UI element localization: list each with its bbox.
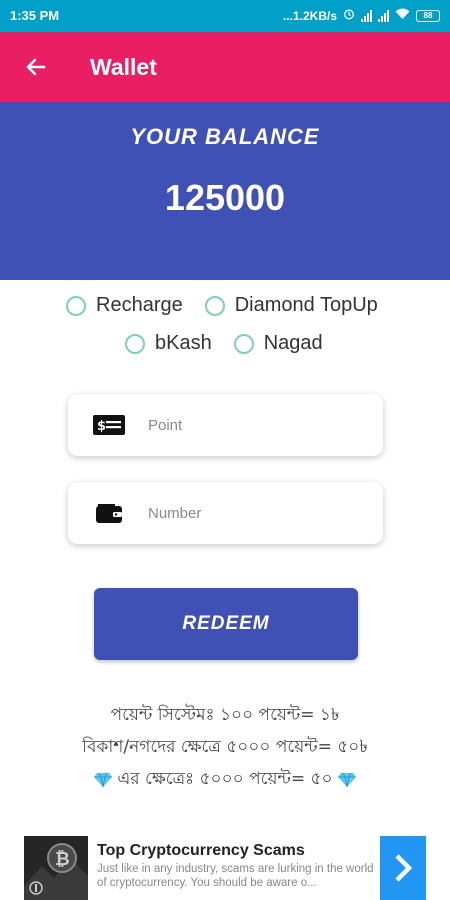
radio-label: bKash <box>155 332 212 354</box>
balance-card: YOUR BALANCE 125000 <box>0 102 450 280</box>
radio-circle[interactable] <box>204 295 225 316</box>
ad-title[interactable]: Top Cryptocurrency Scams <box>97 842 305 860</box>
point-field[interactable]: $ <box>68 394 383 456</box>
diamond-icon <box>94 772 113 788</box>
battery-icon: 88 <box>416 9 440 22</box>
radio-recharge[interactable]: Recharge <box>66 294 183 317</box>
radio-row-2: bKash Nagad <box>125 332 323 355</box>
svg-text:₿: ₿ <box>55 849 70 870</box>
alarm-icon <box>343 8 355 23</box>
point-input[interactable] <box>148 416 348 434</box>
radio-bkash[interactable]: bKash <box>125 332 212 355</box>
money-card-icon: $ <box>90 414 128 436</box>
status-bar: 1:35 PM ...1.2KB/s 88 <box>0 0 450 32</box>
app-bar: Wallet <box>0 32 450 102</box>
diamond-icon <box>337 772 356 788</box>
wifi-icon <box>395 8 410 23</box>
wallet-icon <box>90 502 128 524</box>
ad-description: Just like in any industry, scams are lur… <box>97 863 374 889</box>
radio-row-1: Recharge Diamond TopUp <box>66 294 378 317</box>
back-arrow-icon[interactable] <box>20 51 52 83</box>
balance-value: 125000 <box>164 177 286 218</box>
network-speed: ...1.2KB/s <box>282 8 337 23</box>
number-field[interactable] <box>68 482 383 544</box>
balance-label: YOUR BALANCE <box>130 124 320 149</box>
radio-circle[interactable] <box>125 333 145 354</box>
ad-image[interactable]: ₿ <box>24 836 88 900</box>
radio-label: Nagad <box>263 332 323 354</box>
svg-text:$: $ <box>97 419 106 434</box>
redeem-button[interactable]: REDEEM <box>94 588 358 660</box>
signal-icon <box>361 9 372 22</box>
radio-nagad[interactable]: Nagad <box>233 332 323 355</box>
status-time: 1:35 PM <box>10 8 60 23</box>
radio-label: Diamond TopUp <box>234 294 378 316</box>
page-title: Wallet <box>90 54 157 80</box>
ad-banner[interactable]: ₿ Top Cryptocurrency Scams Just like in … <box>24 836 426 900</box>
info-line-2: বিকাশ/নগদের ক্ষেত্রে ৫০০০ পয়েন্ট= ৫০৳ <box>82 737 368 757</box>
chevron-right-icon <box>395 854 413 882</box>
radio-label: Recharge <box>96 294 183 316</box>
info-line-1: পয়েন্ট সিস্টেমঃ ১০০ পয়েন্ট= ১৳ <box>110 705 340 725</box>
ad-open-button[interactable] <box>380 836 426 900</box>
signal-icon-2 <box>378 9 389 22</box>
status-icons: ...1.2KB/s 88 <box>283 8 440 23</box>
radio-diamond-topup[interactable]: Diamond TopUp <box>204 294 378 317</box>
info-line-3: এর ক্ষেত্রেঃ ৫০০০ পয়েন্ট= ৫০ <box>0 766 450 794</box>
radio-circle[interactable] <box>233 333 254 354</box>
info-line-3-text: এর ক্ষেত্রেঃ ৫০০০ পয়েন্ট= ৫০ <box>117 769 333 789</box>
number-input[interactable] <box>148 504 348 522</box>
radio-circle[interactable] <box>66 295 86 316</box>
